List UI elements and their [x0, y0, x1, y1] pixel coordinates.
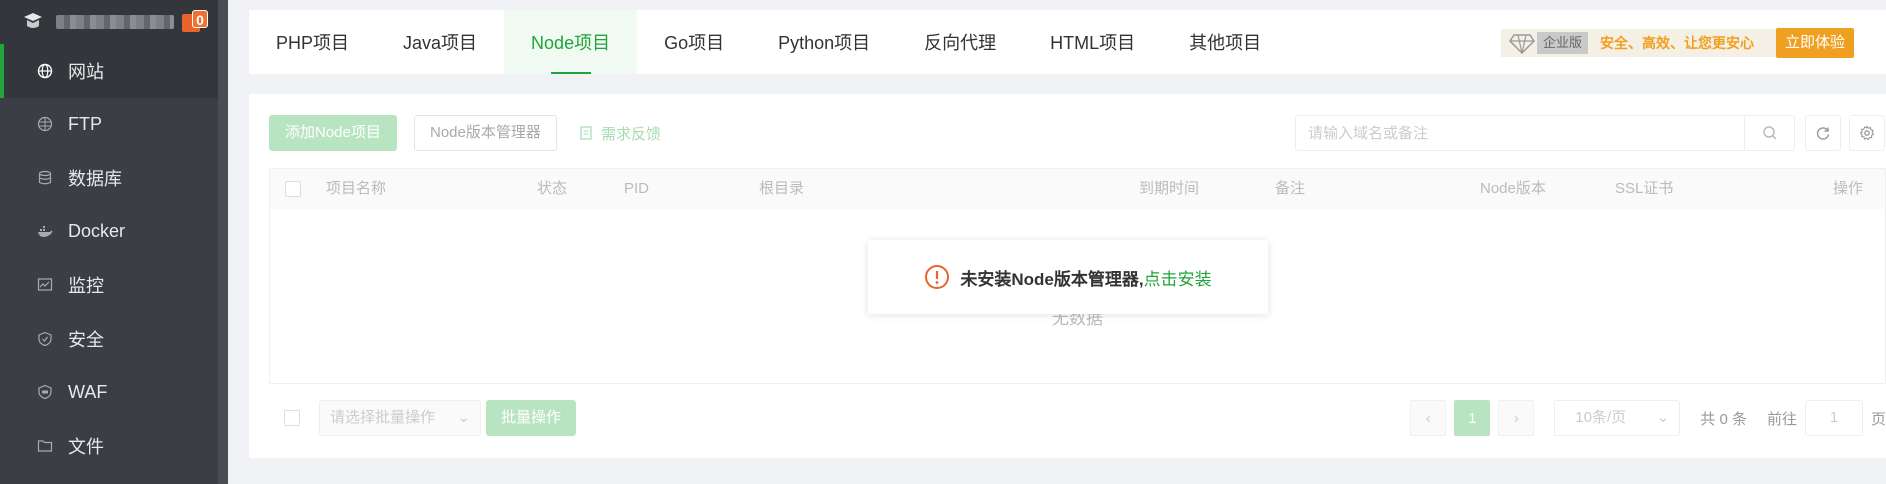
sidebar-item-security[interactable]: 安全 [0, 312, 218, 366]
column-header: 根目录 [759, 180, 805, 197]
column-header: PID [624, 180, 650, 197]
column-header[interactable]: 项目名称 [326, 169, 386, 209]
sidebar-item-label: Docker [68, 221, 126, 242]
logo-row: 0 [0, 0, 218, 44]
page-size-select[interactable]: 10条/页 ⌄ [1554, 400, 1681, 436]
sidebar-item-label: 文件 [68, 436, 104, 457]
feedback-link[interactable]: 需求反馈 [579, 115, 661, 151]
sidebar-item-monitor[interactable]: 监控 [0, 258, 218, 312]
sidebar-item-database[interactable]: 数据库 [0, 151, 218, 205]
tab-other[interactable]: 其他项目 [1162, 10, 1288, 74]
notification-count: 0 [192, 10, 208, 28]
node-manager-warning-popup: 未安装Node版本管理器, 点击安装 [868, 240, 1268, 314]
gear-icon [1859, 125, 1875, 141]
enterprise-badge: 企业版 安全、高效、让您更安心 [1500, 29, 1776, 57]
database-icon [36, 169, 54, 187]
node-version-manager-button[interactable]: Node版本管理器 [414, 115, 557, 151]
promo-text: 安全、高效、让您更安心 [1599, 35, 1754, 51]
sidebar-item-label: 网站 [68, 61, 104, 82]
try-now-button[interactable]: 立即体验 [1775, 28, 1854, 58]
next-page-button[interactable]: › [1498, 400, 1535, 436]
shield-icon [36, 330, 54, 348]
enterprise-label: 企业版 [1536, 32, 1588, 54]
server-name-blurred [56, 15, 174, 29]
enterprise-promo: 企业版 安全、高效、让您更安心 立即体验 [1500, 28, 1854, 58]
column-header: Node版本 [1480, 180, 1546, 197]
column-header: SSL证书 [1615, 180, 1674, 197]
sidebar-item-label: 数据库 [68, 168, 122, 189]
docker-icon [36, 223, 54, 241]
footer-select-all-checkbox[interactable] [284, 410, 300, 426]
feedback-label: 需求反馈 [601, 125, 662, 143]
sidebar-item-label: FTP [68, 113, 102, 134]
warning-message: 未安装Node版本管理器, [960, 269, 1144, 289]
batch-operation-button[interactable]: 批量操作 [486, 400, 577, 436]
column-header[interactable]: 到期时间 [1139, 169, 1199, 209]
search-icon [1762, 126, 1777, 140]
goto-label: 前往 [1766, 410, 1797, 428]
chevron-right-icon: › [1513, 409, 1519, 427]
sidebar-scrollbar[interactable] [218, 0, 228, 484]
search-button[interactable] [1744, 116, 1794, 150]
add-node-project-button[interactable]: 添加Node项目 [269, 115, 397, 151]
search-box [1295, 115, 1795, 151]
settings-button[interactable] [1849, 115, 1885, 151]
column-header: 状态 [537, 180, 568, 197]
table-footer: 请选择批量操作 ⌄ 批量操作 ‹ 1 › 10条/页 ⌄ 共 0 条 前往 1 … [269, 400, 1886, 436]
tab-java[interactable]: Java项目 [376, 10, 504, 74]
logo-icon [24, 13, 42, 28]
column-header: 操作 [1832, 180, 1863, 197]
notification-button[interactable]: 0 [182, 10, 208, 34]
tab-html[interactable]: HTML项目 [1023, 10, 1162, 74]
search-input[interactable] [1296, 116, 1744, 150]
sidebar-item-label: 监控 [68, 276, 104, 297]
prev-page-button[interactable]: ‹ [1410, 400, 1447, 436]
tab-reverse-proxy[interactable]: 反向代理 [897, 10, 1023, 74]
monitor-icon [36, 276, 54, 294]
sidebar-menu: 网站 FTP 数据库 Docker 监控 安全 WAF 文件 [0, 44, 218, 473]
batch-operation-select[interactable]: 请选择批量操作 ⌄ [319, 400, 481, 436]
sidebar-item-ftp[interactable]: FTP [0, 98, 218, 152]
sidebar-item-label: 安全 [68, 329, 104, 350]
refresh-icon [1816, 127, 1830, 140]
tab-python[interactable]: Python项目 [751, 10, 897, 74]
refresh-button[interactable] [1805, 115, 1841, 151]
tab-go[interactable]: Go项目 [637, 10, 751, 74]
install-link[interactable]: 点击安装 [1144, 265, 1212, 290]
page-size-value: 10条/页 [1575, 409, 1627, 426]
pagination: ‹ 1 › 10条/页 ⌄ 共 0 条 前往 1 页 [1410, 400, 1886, 436]
sidebar-item-label: WAF [68, 381, 108, 402]
table-header: 项目名称 状态 PID 根目录 到期时间 备注 Node版本 SSL证书 操作 [270, 169, 1885, 209]
warning-icon [925, 265, 950, 289]
sidebar-item-files[interactable]: 文件 [0, 419, 218, 473]
toolbar: 添加Node项目 Node版本管理器 需求反馈 [269, 115, 1886, 151]
chevron-left-icon: ‹ [1425, 409, 1431, 427]
sidebar-item-docker[interactable]: Docker [0, 205, 218, 259]
diamond-icon [1509, 34, 1535, 54]
chevron-down-icon: ⌄ [1656, 409, 1670, 426]
waf-icon [36, 383, 54, 401]
chevron-down-icon: ⌄ [457, 409, 470, 426]
tab-php[interactable]: PHP项目 [249, 10, 376, 74]
page-number-current[interactable]: 1 [1454, 400, 1491, 436]
column-header: 备注 [1275, 180, 1306, 197]
sidebar: 0 网站 FTP 数据库 Docker 监控 安全 WAF 文件 [0, 0, 218, 484]
folder-icon [36, 437, 54, 455]
page-suffix: 页 [1870, 410, 1886, 428]
goto-page-input[interactable]: 1 [1804, 400, 1863, 436]
project-type-tabs-bar: PHP项目 Java项目 Node项目 Go项目 Python项目 反向代理 H… [249, 10, 1886, 74]
tab-node[interactable]: Node项目 [504, 10, 638, 74]
globe-icon [36, 62, 54, 80]
total-count: 共 0 条 [1700, 410, 1747, 428]
goto-page: 前往 1 页 [1767, 400, 1886, 436]
ftp-icon [36, 115, 54, 133]
edit-icon [580, 126, 592, 140]
tabs: PHP项目 Java项目 Node项目 Go项目 Python项目 反向代理 H… [249, 10, 1288, 74]
sidebar-item-website[interactable]: 网站 [0, 44, 218, 98]
batch-select-placeholder: 请选择批量操作 [330, 409, 436, 426]
select-all-checkbox[interactable] [285, 181, 301, 197]
sidebar-item-waf[interactable]: WAF [0, 366, 218, 420]
